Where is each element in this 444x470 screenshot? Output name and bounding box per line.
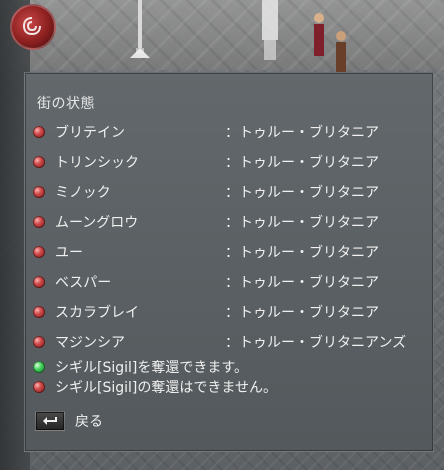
back-button[interactable] <box>35 411 65 431</box>
npc-character <box>308 10 330 60</box>
sigil-notes: シギル[Sigil]を奪還できます。 シギル[Sigil]の奪還はできません。 <box>33 357 425 397</box>
swirl-icon <box>22 17 41 36</box>
city-name: ムーングロウ <box>55 215 139 231</box>
city-row-vesper: ベスパー ：トゥルー・ブリタニア <box>33 267 425 297</box>
back-label[interactable]: 戻る <box>75 411 103 431</box>
city-row-moonglow: ムーングロウ ：トゥルー・ブリタニア <box>33 207 425 237</box>
city-name: トリンシック <box>55 155 139 171</box>
npc-character <box>330 28 352 78</box>
npc-brown-robe-icon <box>336 31 346 74</box>
city-row-minoc: ミノック ：トゥルー・ブリタニア <box>33 177 425 207</box>
red-gem-icon <box>33 186 45 198</box>
city-status-list: ブリテイン ：トゥルー・ブリタニア トリンシック ：トゥルー・ブリタニア ミノッ… <box>33 117 425 357</box>
city-status: ：トゥルー・ブリタニア <box>225 305 379 321</box>
green-gem-icon <box>33 361 45 373</box>
city-name: ブリテイン <box>55 125 125 141</box>
note-text: シギル[Sigil]を奪還できます。 <box>55 360 248 376</box>
red-gem-icon <box>33 216 45 228</box>
lamp-post <box>120 0 160 65</box>
red-gem-icon <box>33 156 45 168</box>
city-row-britain: ブリテイン ：トゥルー・ブリタニア <box>33 117 425 147</box>
city-row-magincia: マジンシア ：トゥルー・ブリタニアンズ <box>33 327 425 357</box>
city-status: ：トゥルー・ブリタニア <box>225 215 379 231</box>
red-gem-icon <box>33 126 45 138</box>
city-name: ミノック <box>55 185 111 201</box>
city-status: ：トゥルー・ブリタニアンズ <box>225 335 407 351</box>
city-status: ：トゥルー・ブリタニア <box>225 185 379 201</box>
statue <box>250 0 290 60</box>
red-gem-icon <box>33 381 45 393</box>
floor-area <box>0 0 444 70</box>
return-arrow-icon <box>43 417 57 425</box>
red-gem-icon <box>33 276 45 288</box>
city-status: ：トゥルー・ブリタニア <box>225 275 379 291</box>
city-name: スカラブレイ <box>55 305 139 321</box>
city-row-trinsic: トリンシック ：トゥルー・ブリタニア <box>33 147 425 177</box>
city-status: ：トゥルー・ブリタニア <box>225 125 379 141</box>
red-gem-icon <box>33 336 45 348</box>
back-control[interactable]: 戻る <box>35 411 103 431</box>
city-row-skara-brae: スカラブレイ ：トゥルー・ブリタニア <box>33 297 425 327</box>
town-status-gump: 街の状態 ブリテイン ：トゥルー・ブリタニア トリンシック ：トゥルー・ブリタニ… <box>24 72 434 452</box>
note-can-return-sigil: シギル[Sigil]を奪還できます。 <box>33 357 425 377</box>
red-gem-icon <box>33 306 45 318</box>
statue-icon <box>262 0 278 60</box>
note-text: シギル[Sigil]の奪還はできません。 <box>55 380 277 396</box>
red-emblem-icon <box>10 4 56 50</box>
city-name: ベスパー <box>55 275 112 291</box>
red-gem-icon <box>33 246 45 258</box>
gump-title: 街の状態 <box>37 96 95 112</box>
note-cannot-return-sigil: シギル[Sigil]の奪還はできません。 <box>33 377 425 397</box>
npc-red-robe-icon <box>314 13 324 56</box>
city-name: マジンシア <box>55 335 125 351</box>
lamp-icon <box>130 0 150 58</box>
city-row-yew: ユー ：トゥルー・ブリタニア <box>33 237 425 267</box>
city-status: ：トゥルー・ブリタニア <box>225 245 379 261</box>
city-name: ユー <box>55 245 83 261</box>
city-status: ：トゥルー・ブリタニア <box>225 155 379 171</box>
